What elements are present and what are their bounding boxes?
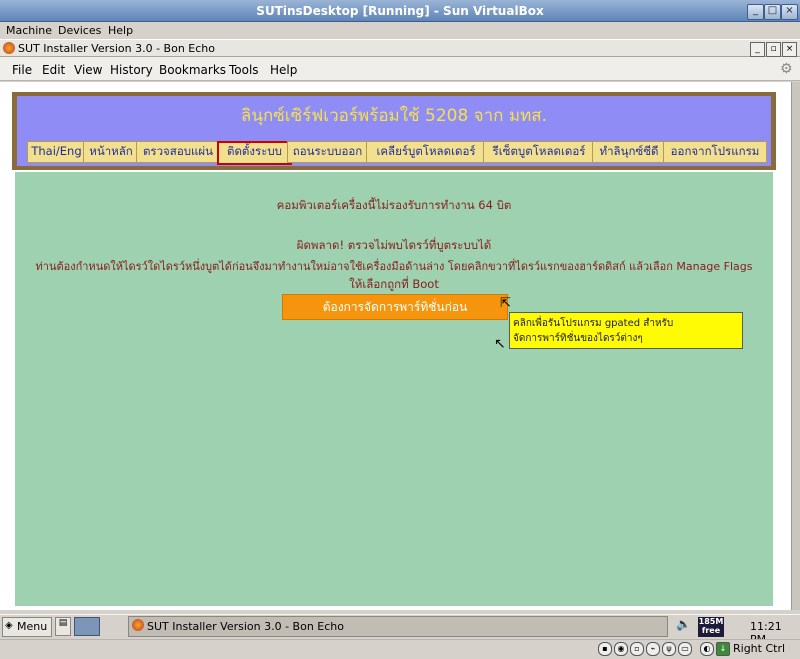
menu-machine[interactable]: Machine: [6, 24, 52, 37]
menu-tools[interactable]: Tools: [229, 63, 259, 77]
hdd-icon[interactable]: ▪: [598, 642, 612, 656]
host-key-label: Right Ctrl: [733, 642, 786, 655]
shared-folder-icon[interactable]: ▭: [678, 642, 692, 656]
menu-help-browser[interactable]: Help: [270, 63, 297, 77]
menu-history[interactable]: History: [110, 63, 153, 77]
nav-exit[interactable]: ออกจากโปรแกรม: [663, 141, 767, 163]
nav-uninstall[interactable]: ถอนระบบออก: [287, 141, 368, 163]
show-desktop-icon[interactable]: ▤: [55, 617, 71, 636]
menu-file[interactable]: File: [12, 63, 32, 77]
menu-edit[interactable]: Edit: [42, 63, 65, 77]
tooltip: คลิกเพื่อรันโปรแกรม gpated สำหรับ จัดการ…: [509, 312, 743, 349]
virtualbox-menubar: Machine Devices Help: [0, 22, 800, 39]
nav-make-linux-cd[interactable]: ทำลินุกซ์ซีดี: [592, 141, 666, 163]
firefox-icon: [3, 42, 15, 54]
nav-thai-eng[interactable]: Thai/Eng: [27, 141, 86, 163]
browser-restore-button[interactable]: ▫: [766, 42, 781, 57]
mouse-integration-icon[interactable]: ◐: [700, 642, 714, 656]
nav-reset-bootloader[interactable]: รีเซ็ตบูตโหลดเดอร์: [483, 141, 595, 163]
taskbar-item-browser[interactable]: SUT Installer Version 3.0 - Bon Echo: [128, 616, 668, 637]
minimize-button[interactable]: _: [747, 4, 764, 20]
maximize-button[interactable]: □: [764, 4, 781, 20]
message-boot-flag: ให้เลือกถูกที่ Boot: [349, 277, 439, 291]
workspace-switcher[interactable]: [74, 617, 100, 636]
nav-install[interactable]: ติดตั้งระบบ: [217, 141, 292, 165]
network-icon[interactable]: ⌁: [646, 642, 660, 656]
tooltip-line1: คลิกเพื่อรันโปรแกรม gpated สำหรับ: [513, 318, 674, 329]
menu-icon: ◈: [5, 620, 13, 631]
manage-partitions-button[interactable]: ต้องการจัดการพาร์ทิชั่นก่อน: [282, 294, 508, 320]
memory-value: 185M: [698, 617, 724, 626]
menu-view[interactable]: View: [74, 63, 102, 77]
usb-icon[interactable]: ψ: [662, 642, 676, 656]
nav-check-disc[interactable]: ตรวจสอบแผ่น: [136, 141, 220, 163]
cursor-icon: ⇱: [500, 296, 511, 311]
pointer-icon: ↖: [494, 336, 506, 352]
vertical-scrollbar[interactable]: [791, 82, 800, 610]
memory-monitor: 185M free: [698, 617, 724, 637]
menu-devices[interactable]: Devices: [58, 24, 101, 37]
memory-label: free: [701, 626, 721, 635]
message-instruction: ท่านต้องกำหนดให้ไดรว์ใดไดรว์หนึ่งบูตได้ก…: [35, 260, 753, 273]
message-error: ผิดพลาด! ตรวจไม่พบไดรว์ที่บูตระบบได้: [296, 238, 492, 252]
nav-home[interactable]: หน้าหลัก: [83, 141, 139, 163]
cd-icon[interactable]: ◉: [614, 642, 628, 656]
menu-bookmarks[interactable]: Bookmarks: [159, 63, 226, 77]
browser-minimize-button[interactable]: _: [750, 42, 765, 57]
nav-clear-bootloader[interactable]: เคลียร์บูตโหลดเดอร์: [366, 141, 486, 163]
throbber-icon: ⚙: [780, 61, 793, 77]
close-button[interactable]: ×: [781, 4, 798, 20]
banner-title: ลินุกซ์เซิร์ฟเวอร์พร้อมใช้ 5208 จาก มทส.: [240, 106, 548, 126]
floppy-icon[interactable]: ▫: [630, 642, 644, 656]
browser-titlebar: SUT Installer Version 3.0 - Bon Echo _ ▫…: [0, 39, 800, 57]
browser-title: SUT Installer Version 3.0 - Bon Echo: [18, 42, 215, 55]
volume-icon[interactable]: 🔈: [676, 617, 691, 631]
message-64bit: คอมพิวเตอร์เครื่องนี้ไม่รองรับการทำงาน 6…: [276, 198, 512, 212]
virtualbox-titlebar: SUTinsDesktop [Running] - Sun VirtualBox…: [0, 0, 800, 22]
firefox-task-icon: [132, 619, 144, 631]
browser-close-button[interactable]: ×: [782, 42, 797, 57]
virtualbox-title: SUTinsDesktop [Running] - Sun VirtualBox: [256, 4, 544, 18]
content-border: [12, 168, 776, 170]
host-key-icon[interactable]: ↓: [716, 642, 730, 656]
tooltip-line2: จัดการพาร์ทิชั่นของไดรว์ต่างๆ: [513, 333, 643, 344]
menu-help[interactable]: Help: [108, 24, 133, 37]
browser-menubar: File Edit View History Bookmarks Tools H…: [0, 57, 800, 81]
